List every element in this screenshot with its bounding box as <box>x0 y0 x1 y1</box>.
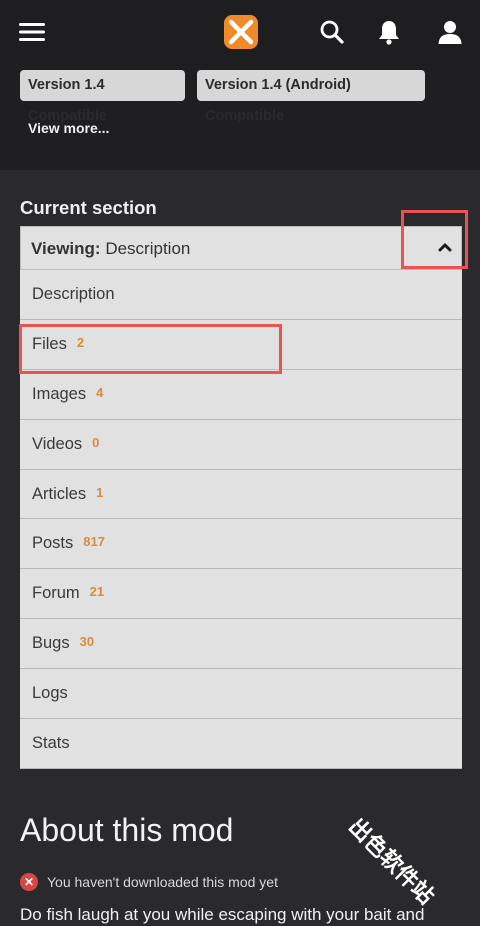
menu-item-logs[interactable]: Logs <box>20 669 462 720</box>
count-badge: 817 <box>83 534 105 550</box>
current-section-dropdown[interactable]: Viewing: Description <box>20 226 462 270</box>
about-title: About this mod <box>20 812 234 848</box>
viewing-label: Viewing: <box>31 239 101 258</box>
menu-item-articles[interactable]: Articles 1 <box>20 469 462 520</box>
user-icon[interactable] <box>432 14 468 50</box>
tag-version-compatible[interactable]: Version 1.4 Compatible <box>20 70 185 124</box>
menu-item-label: Videos <box>32 434 83 453</box>
count-badge: 21 <box>89 584 105 600</box>
menu-item-label: Images <box>32 384 87 403</box>
compatibility-tags-area: Version 1.4 Compatible Version 1.4 (Andr… <box>0 66 480 170</box>
tag-android-compatible[interactable]: Version 1.4 (Android) Compatible <box>197 70 425 124</box>
menu-item-label: Description <box>32 285 115 303</box>
menu-item-posts[interactable]: Posts 817 <box>20 519 462 570</box>
count-badge: 30 <box>79 634 95 650</box>
count-badge: 1 <box>96 484 104 500</box>
section-title: Current section <box>20 197 157 218</box>
menu-item-stats[interactable]: Stats <box>20 719 462 769</box>
watermark-text: 出色软件站 <box>343 813 440 910</box>
top-bar <box>0 0 480 66</box>
error-x-icon: ✕ <box>20 873 38 891</box>
count-badge: 4 <box>96 384 104 400</box>
menu-item-label: Bugs <box>32 634 70 653</box>
menu-item-images[interactable]: Images 4 <box>20 369 462 420</box>
mod-description: Do fish laugh at you while escaping with… <box>20 905 425 924</box>
view-more-link[interactable]: View more... <box>28 120 109 136</box>
menu-item-label: Stats <box>32 734 70 753</box>
menu-item-bugs[interactable]: Bugs 30 <box>20 619 462 670</box>
hamburger-menu-icon[interactable] <box>14 14 50 50</box>
menu-item-label: Posts <box>32 534 74 553</box>
highlight-box-files <box>19 324 282 374</box>
menu-item-videos[interactable]: Videos 0 <box>20 419 462 470</box>
menu-item-label: Forum <box>32 584 80 603</box>
bell-icon[interactable] <box>371 14 407 50</box>
viewing-value: Description <box>105 239 191 258</box>
menu-item-label: Articles <box>32 484 87 503</box>
menu-item-description[interactable]: Description <box>20 270 462 320</box>
menu-item-forum[interactable]: Forum 21 <box>20 569 462 620</box>
viewing-label-wrap: Viewing: Description <box>31 239 190 259</box>
highlight-box-toggle <box>401 210 468 269</box>
menu-item-label: Logs <box>32 684 68 703</box>
nexus-logo-icon[interactable] <box>220 11 262 53</box>
search-icon[interactable] <box>314 14 350 50</box>
download-status: ✕ You haven't downloaded this mod yet <box>20 873 278 891</box>
count-badge: 0 <box>92 434 100 450</box>
download-status-text: You haven't downloaded this mod yet <box>47 874 278 890</box>
